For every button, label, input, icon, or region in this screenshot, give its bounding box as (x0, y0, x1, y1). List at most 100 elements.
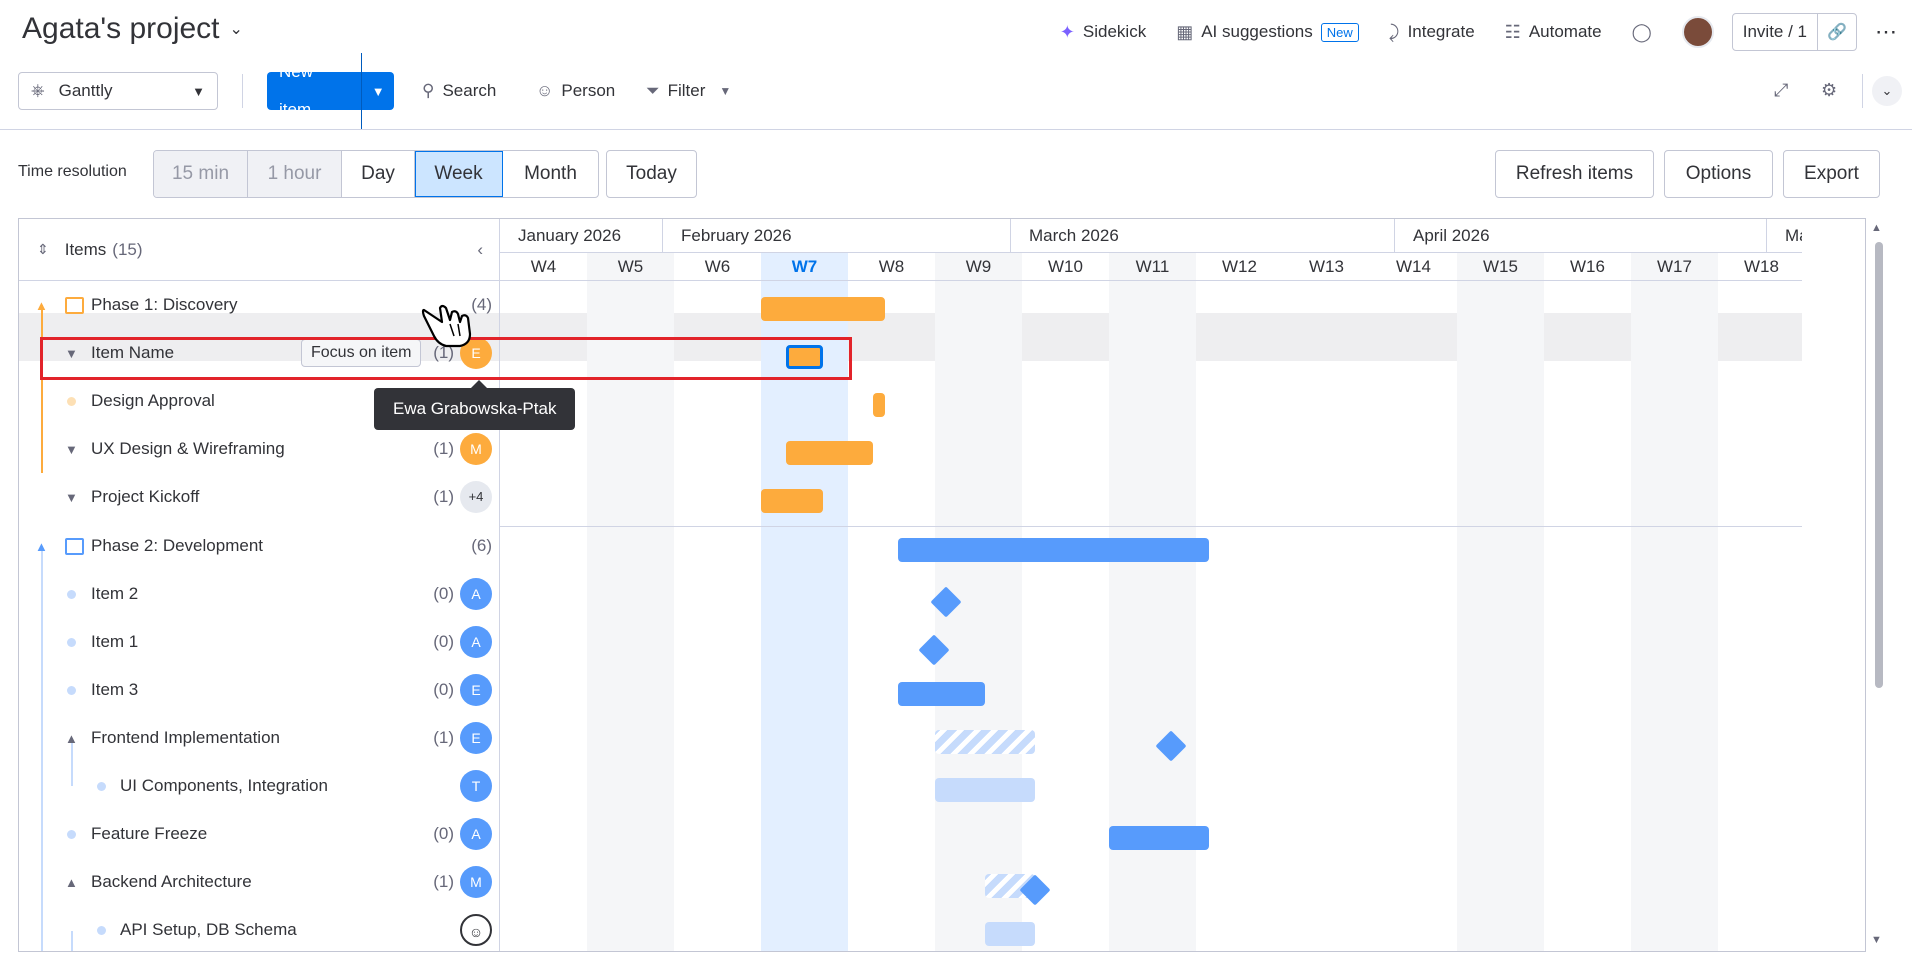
status-dot (67, 829, 76, 839)
divider (242, 74, 243, 108)
gantt-chart: ⇕ Items (15) ‹ ▲ Phase 1: Discovery (4) … (18, 218, 1866, 952)
project-title[interactable]: Agata's project ⌄ (22, 12, 243, 46)
avatar[interactable]: A (460, 818, 492, 850)
fullscreen-icon[interactable]: ⤢ (1774, 80, 1788, 101)
vertical-scrollbar[interactable]: ▲ ▼ (1866, 218, 1888, 952)
avatar[interactable]: E (460, 722, 492, 754)
updates-button[interactable]: ◯ (1632, 14, 1652, 50)
ai-board-icon: ▦ (1176, 21, 1194, 42)
resolution-15min[interactable]: 15 min (154, 151, 248, 197)
link-icon[interactable]: 🔗 (1818, 22, 1856, 42)
avatar[interactable]: M (460, 433, 492, 465)
chevron-up-icon[interactable]: ▲ (35, 539, 48, 554)
sparkle-icon: ✦ (1059, 21, 1075, 42)
avatar[interactable]: A (460, 578, 492, 610)
row-name: Phase 2: Development (91, 536, 263, 555)
current-week-label: W7 (791, 257, 818, 276)
week-header: W4 W5 W6 W7 W8 W9 W10 W11 W12 W13 W14 W1… (500, 253, 1802, 281)
options-button[interactable]: Options (1664, 150, 1773, 198)
item-row-backend[interactable]: ▲ Backend Architecture (1) M (19, 858, 500, 906)
week-label: W5 (617, 257, 644, 276)
status-dot (67, 589, 76, 599)
today-button[interactable]: Today (606, 150, 697, 198)
empty-person-icon[interactable]: ☺ (460, 914, 492, 946)
status-dot (67, 637, 76, 647)
collapse-all-icon[interactable]: ⇕ (37, 241, 49, 258)
chevron-down-icon[interactable]: ▼ (65, 490, 78, 505)
integrate-button[interactable]: ⤸ Integrate (1389, 14, 1475, 50)
gantt-bar-feature-freeze[interactable] (1109, 826, 1209, 850)
gantt-bar-ux-design[interactable] (786, 441, 873, 465)
new-item-button[interactable]: New item ▼ (267, 53, 394, 129)
chevron-down-icon[interactable]: ⌄ (230, 19, 243, 39)
group-row-phase-2[interactable]: ▲ Phase 2: Development (6) (19, 522, 500, 570)
item-row-frontend[interactable]: ▲ Frontend Implementation (1) E (19, 714, 500, 762)
gantt-bar-project-kickoff[interactable] (761, 489, 823, 513)
chevron-down-icon[interactable]: ▼ (719, 84, 731, 98)
gantt-bar-ui-components[interactable] (935, 778, 1035, 802)
chevron-left-icon[interactable]: ‹ (477, 240, 483, 260)
resolution-1hour[interactable]: 1 hour (248, 151, 342, 197)
gantt-bar-phase-2[interactable] (898, 538, 1209, 562)
more-options-icon[interactable]: ⋯ (1875, 19, 1898, 45)
month-label: February 2026 (662, 219, 1010, 253)
resolution-month[interactable]: Month (503, 151, 598, 197)
item-row-project-kickoff[interactable]: ▼ Project Kickoff (1) +4 (19, 473, 500, 521)
chevron-up-icon[interactable]: ▲ (65, 731, 78, 746)
week-label: W13 (1309, 257, 1344, 276)
scrollbar-thumb[interactable] (1875, 242, 1883, 688)
week-label: W14 (1396, 257, 1431, 276)
resolution-week[interactable]: Week (415, 151, 503, 197)
subitem-row-ui-components[interactable]: UI Components, Integration T (19, 762, 500, 810)
item-row-feature-freeze[interactable]: Feature Freeze (0) A (19, 810, 500, 858)
item-row-item-3[interactable]: Item 3 (0) E (19, 666, 500, 714)
collapse-header-button[interactable]: ⌄ (1872, 76, 1902, 106)
person-filter-button[interactable]: ☺ Person (536, 72, 615, 110)
item-row-item-2[interactable]: Item 2 (0) A (19, 570, 500, 618)
row-name: Backend Architecture (91, 872, 252, 891)
ai-suggestions-button[interactable]: ▦ AI suggestions New (1176, 14, 1359, 50)
view-name: Ganttly (58, 81, 113, 100)
chevron-up-icon[interactable]: ▲ (35, 298, 48, 313)
week-label: W10 (1048, 257, 1083, 276)
scroll-up-icon[interactable]: ▲ (1871, 222, 1882, 234)
avatar[interactable]: M (460, 866, 492, 898)
row-count: (1) (433, 872, 454, 891)
scroll-down-icon[interactable]: ▼ (1871, 934, 1882, 946)
search-button[interactable]: ⚲ Search (422, 72, 496, 110)
plug-icon: ⤸ (1388, 21, 1400, 42)
filter-button[interactable]: ⏷ Filter ▼ (646, 72, 731, 110)
invite-button[interactable]: Invite / 1 (1733, 14, 1818, 50)
export-button[interactable]: Export (1783, 150, 1880, 198)
refresh-items-button[interactable]: Refresh items (1495, 150, 1654, 198)
avatar[interactable]: T (460, 770, 492, 802)
chevron-down-icon[interactable]: ▼ (65, 442, 78, 457)
puzzle-icon: ⎈ (31, 81, 45, 100)
user-avatar[interactable] (1681, 16, 1714, 48)
subitem-row-api-setup[interactable]: API Setup, DB Schema ☺ (19, 906, 500, 951)
gantt-bar-frontend[interactable] (935, 730, 1035, 754)
status-dot (67, 685, 76, 695)
gantt-bar-design-approval[interactable] (873, 393, 885, 417)
automate-button[interactable]: ☷ Automate (1505, 14, 1602, 50)
sidekick-button[interactable]: ✦ Sidekick (1060, 14, 1146, 50)
chevron-up-icon[interactable]: ▲ (65, 875, 78, 890)
group-separator (500, 526, 1802, 527)
new-item-dropdown-icon[interactable]: ▼ (362, 84, 394, 99)
view-selector[interactable]: ⎈ Ganttly ▼ (18, 72, 218, 110)
week-label: W17 (1657, 257, 1692, 276)
person-icon: ☺ (536, 81, 554, 100)
item-row-item-1[interactable]: Item 1 (0) A (19, 618, 500, 666)
row-name: Feature Freeze (91, 824, 208, 843)
item-row-ux-design[interactable]: ▼ UX Design & Wireframing (1) M (19, 425, 500, 473)
resolution-day[interactable]: Day (342, 151, 415, 197)
gantt-bar-api-setup[interactable] (985, 922, 1035, 946)
row-name: Item 3 (91, 680, 139, 699)
avatar-more[interactable]: +4 (460, 481, 492, 513)
avatar[interactable]: A (460, 626, 492, 658)
gantt-bar-phase-1[interactable] (761, 297, 885, 321)
avatar[interactable]: E (460, 674, 492, 706)
gear-icon[interactable]: ⚙ (1821, 80, 1837, 101)
gantt-bar-item-3[interactable] (898, 682, 985, 706)
row-count: (1) (433, 728, 454, 747)
